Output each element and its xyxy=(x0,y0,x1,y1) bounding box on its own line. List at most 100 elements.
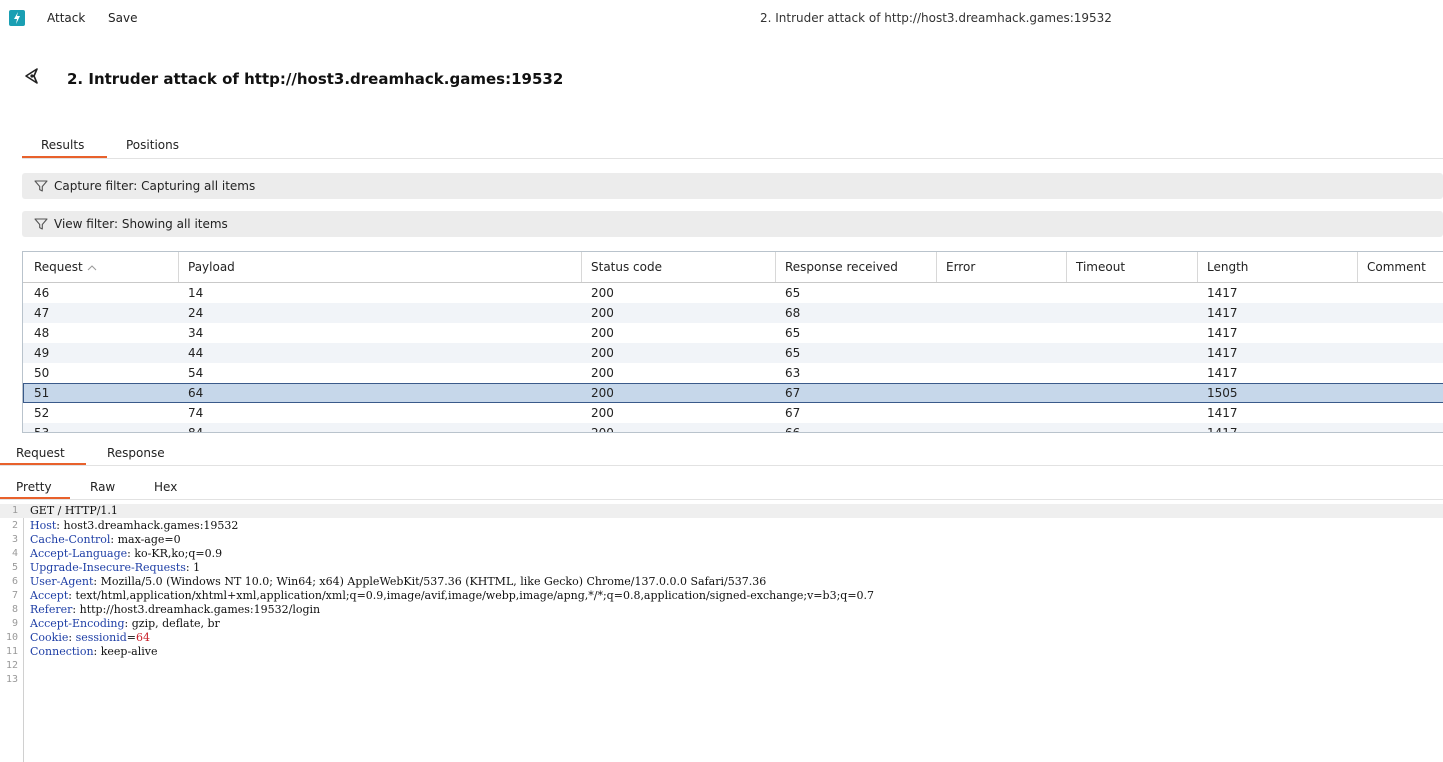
line-text: Host: host3.dreamhack.games:19532 xyxy=(30,519,239,532)
cell-payload: 34 xyxy=(188,326,204,340)
table-row[interactable]: 50 54 200 63 1417 xyxy=(23,363,1443,383)
cell-request: 47 xyxy=(34,306,50,320)
table-row-selected[interactable]: 51 64 200 67 1505 xyxy=(23,383,1443,403)
cell-request: 46 xyxy=(34,286,50,300)
detail-tabs-divider xyxy=(0,465,1443,466)
cell-request: 53 xyxy=(34,426,50,433)
editor-line: 10 Cookie: sessionid=64 xyxy=(0,631,1443,645)
line-number: 10 xyxy=(5,632,18,643)
cell-length: 1417 xyxy=(1207,306,1238,320)
cell-status: 200 xyxy=(591,326,614,340)
table-row[interactable]: 48 34 200 65 1417 xyxy=(23,323,1443,343)
editor-line: 1 GET / HTTP/1.1 xyxy=(0,504,1443,518)
line-number: 11 xyxy=(5,646,18,657)
column-header-status-code[interactable]: Status code xyxy=(591,260,662,274)
menu-attack[interactable]: Attack xyxy=(47,11,85,25)
cell-payload: 14 xyxy=(188,286,204,300)
cell-request: 49 xyxy=(34,346,50,360)
capture-filter-bar[interactable]: Capture filter: Capturing all items xyxy=(22,173,1443,199)
cell-payload: 84 xyxy=(188,426,204,433)
line-number: 12 xyxy=(5,660,18,671)
column-header-response-received[interactable]: Response received xyxy=(785,260,898,274)
editor-line: 7 Accept: text/html,application/xhtml+xm… xyxy=(0,589,1443,603)
line-text: Referer: http://host3.dreamhack.games:19… xyxy=(30,603,321,616)
line-text: Cookie: sessionid=64 xyxy=(30,631,151,644)
request-editor[interactable]: 1 GET / HTTP/1.1 2 Host: host3.dreamhack… xyxy=(0,504,1443,762)
column-header-error[interactable]: Error xyxy=(946,260,975,274)
column-header-timeout[interactable]: Timeout xyxy=(1076,260,1125,274)
cell-status: 200 xyxy=(591,366,614,380)
column-header-payload[interactable]: Payload xyxy=(188,260,235,274)
line-text: Cache-Control: max-age=0 xyxy=(30,533,181,546)
tab-raw[interactable]: Raw xyxy=(90,480,115,494)
tabs-divider xyxy=(22,158,1443,159)
tab-request[interactable]: Request xyxy=(16,446,65,460)
column-header-comment[interactable]: Comment xyxy=(1367,260,1426,274)
table-row[interactable]: 47 24 200 68 1417 xyxy=(23,303,1443,323)
cell-received: 66 xyxy=(785,426,801,433)
tab-results[interactable]: Results xyxy=(41,138,84,152)
editor-line: 5 Upgrade-Insecure-Requests: 1 xyxy=(0,561,1443,575)
cell-request: 50 xyxy=(34,366,50,380)
editor-line: 9 Accept-Encoding: gzip, deflate, br xyxy=(0,617,1443,631)
menu-save[interactable]: Save xyxy=(108,11,137,25)
line-number: 3 xyxy=(11,534,18,545)
column-header-length[interactable]: Length xyxy=(1207,260,1248,274)
cell-received: 65 xyxy=(785,326,801,340)
cell-received: 67 xyxy=(785,386,801,400)
cookie-name: sessionid xyxy=(75,631,127,644)
window-title: 2. Intruder attack of http://host3.dream… xyxy=(760,11,1112,25)
capture-filter-label: Capture filter: Capturing all items xyxy=(54,179,256,193)
cell-payload: 54 xyxy=(188,366,204,380)
table-row[interactable]: 49 44 200 65 1417 xyxy=(23,343,1443,363)
cell-length: 1417 xyxy=(1207,326,1238,340)
line-text: User-Agent: Mozilla/5.0 (Windows NT 10.0… xyxy=(30,575,767,588)
line-text: Connection: keep-alive xyxy=(30,645,158,658)
cell-received: 63 xyxy=(785,366,801,380)
cell-request: 51 xyxy=(34,386,50,400)
line-number: 5 xyxy=(11,562,18,573)
editor-line: 8 Referer: http://host3.dreamhack.games:… xyxy=(0,603,1443,617)
cell-payload: 24 xyxy=(188,306,204,320)
cell-request: 52 xyxy=(34,406,50,420)
line-number: 4 xyxy=(11,548,18,559)
table-row[interactable]: 52 74 200 67 1417 xyxy=(23,403,1443,423)
table-row[interactable]: 46 14 200 65 1417 xyxy=(23,283,1443,303)
editor-line: 2 Host: host3.dreamhack.games:19532 xyxy=(0,519,1443,533)
cell-payload: 44 xyxy=(188,346,204,360)
line-number: 9 xyxy=(11,618,18,629)
cell-status: 200 xyxy=(591,286,614,300)
column-header-request[interactable]: Request xyxy=(34,260,97,274)
cell-status: 200 xyxy=(591,406,614,420)
line-text: Accept-Language: ko-KR,ko;q=0.9 xyxy=(30,547,223,560)
cell-status: 200 xyxy=(591,346,614,360)
results-table[interactable]: Request Payload Status code Response rec… xyxy=(22,251,1443,433)
editor-line: 13 xyxy=(0,673,1443,687)
line-number: 2 xyxy=(11,520,18,531)
page-title: 2. Intruder attack of http://host3.dream… xyxy=(67,70,564,88)
editor-line: 3 Cache-Control: max-age=0 xyxy=(0,533,1443,547)
tab-response[interactable]: Response xyxy=(107,446,165,460)
tab-positions[interactable]: Positions xyxy=(126,138,179,152)
line-text: GET / HTTP/1.1 xyxy=(30,504,118,517)
cell-received: 65 xyxy=(785,346,801,360)
cell-request: 48 xyxy=(34,326,50,340)
line-number: 6 xyxy=(11,576,18,587)
intruder-icon xyxy=(22,66,42,90)
cell-length: 1417 xyxy=(1207,286,1238,300)
table-row[interactable]: 53 84 200 66 1417 xyxy=(23,423,1443,433)
burp-logo-icon xyxy=(9,10,25,26)
cell-received: 68 xyxy=(785,306,801,320)
tab-pretty[interactable]: Pretty xyxy=(16,480,52,494)
view-filter-bar[interactable]: View filter: Showing all items xyxy=(22,211,1443,237)
cookie-value: 64 xyxy=(136,631,151,644)
cell-status: 200 xyxy=(591,426,614,433)
line-text: Accept-Encoding: gzip, deflate, br xyxy=(30,617,220,630)
editor-line: 11 Connection: keep-alive xyxy=(0,645,1443,659)
chevron-up-icon xyxy=(87,265,96,271)
tab-hex[interactable]: Hex xyxy=(154,480,177,494)
cell-length: 1417 xyxy=(1207,426,1238,433)
cell-status: 200 xyxy=(591,306,614,320)
line-text: Accept: text/html,application/xhtml+xml,… xyxy=(30,589,875,602)
table-header: Request Payload Status code Response rec… xyxy=(23,252,1443,283)
